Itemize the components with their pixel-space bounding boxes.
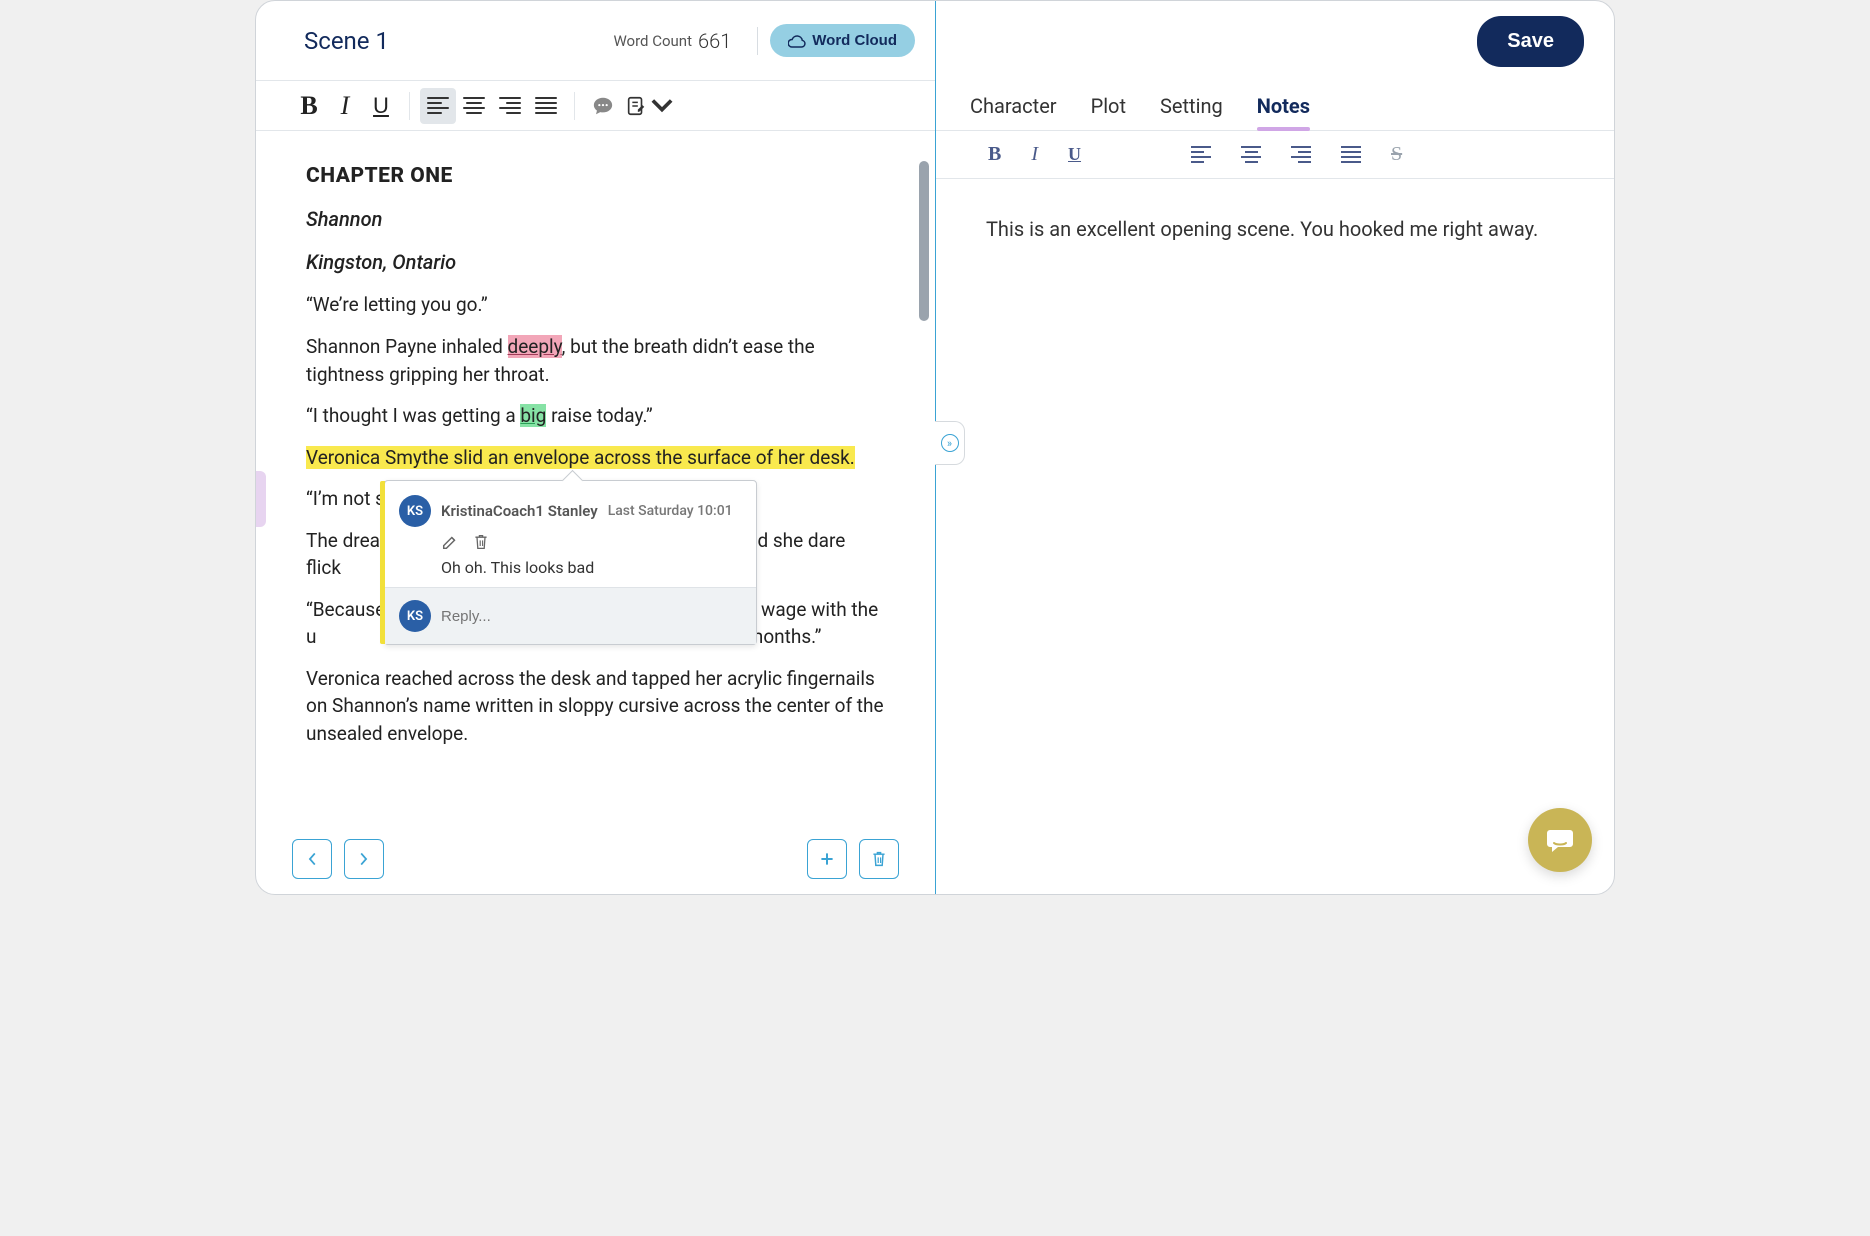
tab-plot[interactable]: Plot bbox=[1091, 81, 1126, 130]
delete-scene-button[interactable] bbox=[859, 839, 899, 879]
align-left-button[interactable] bbox=[420, 88, 456, 124]
highlight-yellow[interactable]: Veronica Smythe slid an envelope across … bbox=[306, 446, 855, 469]
comment-color-bar bbox=[380, 481, 385, 644]
paragraph: “We’re letting you go.” bbox=[306, 291, 885, 319]
chevron-down-icon bbox=[651, 95, 673, 117]
notes-strikethrough-button[interactable]: S bbox=[1391, 143, 1402, 166]
commenter-avatar: KS bbox=[399, 495, 431, 527]
right-header: Save bbox=[936, 1, 1614, 81]
paragraph: “I thought I was getting a big raise tod… bbox=[306, 402, 885, 430]
chapter-heading: CHAPTER ONE bbox=[306, 161, 885, 191]
notes-editor[interactable]: This is an excellent opening scene. You … bbox=[936, 179, 1614, 894]
bold-button[interactable]: B bbox=[291, 88, 327, 124]
comment-button[interactable] bbox=[585, 88, 621, 124]
align-justify-button[interactable] bbox=[528, 88, 564, 124]
editor-pane: Scene 1 Word Count 661 Word Cloud B I U bbox=[256, 1, 936, 894]
editor-toolbar: B I U bbox=[256, 81, 935, 131]
chevron-right-icon bbox=[357, 852, 371, 866]
editor-scroll-area[interactable]: CHAPTER ONE Shannon Kingston, Ontario “W… bbox=[256, 131, 935, 824]
character-name-line: Shannon bbox=[306, 205, 885, 234]
paragraph: Shannon Payne inhaled deeply, but the br… bbox=[306, 333, 885, 388]
edit-comment-button[interactable] bbox=[441, 533, 459, 554]
notes-toolbar: B I U S bbox=[936, 131, 1614, 179]
comment-header: KS KristinaCoach1 Stanley Last Saturday … bbox=[399, 495, 742, 527]
notes-align-right-button[interactable] bbox=[1291, 143, 1311, 166]
tab-setting[interactable]: Setting bbox=[1160, 81, 1223, 130]
notes-text: This is an excellent opening scene. You … bbox=[986, 214, 1564, 244]
add-scene-button[interactable] bbox=[807, 839, 847, 879]
plus-icon bbox=[819, 851, 835, 867]
trash-icon bbox=[871, 850, 887, 868]
align-right-button[interactable] bbox=[492, 88, 528, 124]
toolbar-separator bbox=[574, 92, 575, 120]
chevron-left-icon bbox=[305, 852, 319, 866]
notes-align-left-button[interactable] bbox=[1191, 143, 1211, 166]
highlight-green[interactable]: big bbox=[520, 404, 546, 427]
prev-scene-button[interactable] bbox=[292, 839, 332, 879]
cloud-icon bbox=[788, 34, 806, 48]
word-count: Word Count 661 bbox=[613, 29, 731, 53]
header-divider bbox=[757, 27, 758, 55]
tab-character[interactable]: Character bbox=[970, 81, 1057, 130]
underline-button[interactable]: U bbox=[363, 88, 399, 124]
commenter-name: KristinaCoach1 Stanley bbox=[441, 502, 598, 520]
word-count-value: 661 bbox=[698, 29, 731, 53]
tab-notes[interactable]: Notes bbox=[1257, 81, 1310, 130]
notes-align-justify-button[interactable] bbox=[1341, 143, 1361, 166]
comment-text: Oh oh. This looks bad bbox=[399, 558, 742, 577]
scene-title: Scene 1 bbox=[276, 27, 613, 55]
notes-bold-button[interactable]: B bbox=[988, 143, 1001, 166]
toolbar-separator bbox=[409, 92, 410, 120]
paragraph: Veronica reached across the desk and tap… bbox=[306, 665, 885, 748]
chat-icon bbox=[1544, 824, 1576, 856]
speech-bubble-icon bbox=[592, 95, 614, 117]
reply-input[interactable] bbox=[441, 608, 742, 625]
right-tabs: Character Plot Setting Notes bbox=[936, 81, 1614, 131]
pencil-icon bbox=[441, 533, 459, 551]
editor-content[interactable]: CHAPTER ONE Shannon Kingston, Ontario “W… bbox=[256, 131, 935, 824]
comment-reply-row: KS bbox=[385, 587, 756, 644]
trash-icon bbox=[473, 533, 489, 551]
editor-footer bbox=[256, 824, 935, 894]
notes-italic-button[interactable]: I bbox=[1031, 143, 1038, 166]
save-button[interactable]: Save bbox=[1477, 16, 1584, 67]
highlight-pink[interactable]: deeply bbox=[508, 335, 562, 358]
help-chat-button[interactable] bbox=[1528, 808, 1592, 872]
word-count-label: Word Count bbox=[613, 32, 692, 50]
notes-align-center-button[interactable] bbox=[1241, 143, 1261, 166]
notes-underline-button[interactable]: U bbox=[1068, 143, 1081, 166]
notes-dropdown-button[interactable] bbox=[621, 88, 677, 124]
notes-pane: Save Character Plot Setting Notes B I U … bbox=[936, 1, 1614, 894]
paragraph: Veronica Smythe slid an envelope across … bbox=[306, 444, 885, 472]
word-cloud-button[interactable]: Word Cloud bbox=[770, 24, 915, 57]
align-center-button[interactable] bbox=[456, 88, 492, 124]
double-chevron-right-icon: » bbox=[941, 434, 959, 452]
comment-popover: KS KristinaCoach1 Stanley Last Saturday … bbox=[384, 480, 757, 645]
word-cloud-label: Word Cloud bbox=[812, 32, 897, 49]
comment-timestamp: Last Saturday 10:01 bbox=[608, 503, 733, 519]
editor-header: Scene 1 Word Count 661 Word Cloud bbox=[256, 1, 935, 81]
next-scene-button[interactable] bbox=[344, 839, 384, 879]
reply-avatar: KS bbox=[399, 600, 431, 632]
location-line: Kingston, Ontario bbox=[306, 248, 885, 277]
app-window: Scene 1 Word Count 661 Word Cloud B I U bbox=[255, 0, 1615, 895]
italic-button[interactable]: I bbox=[327, 88, 363, 124]
note-edit-icon bbox=[625, 95, 647, 117]
delete-comment-button[interactable] bbox=[473, 533, 489, 554]
collapse-sidebar-button[interactable]: » bbox=[935, 421, 965, 465]
